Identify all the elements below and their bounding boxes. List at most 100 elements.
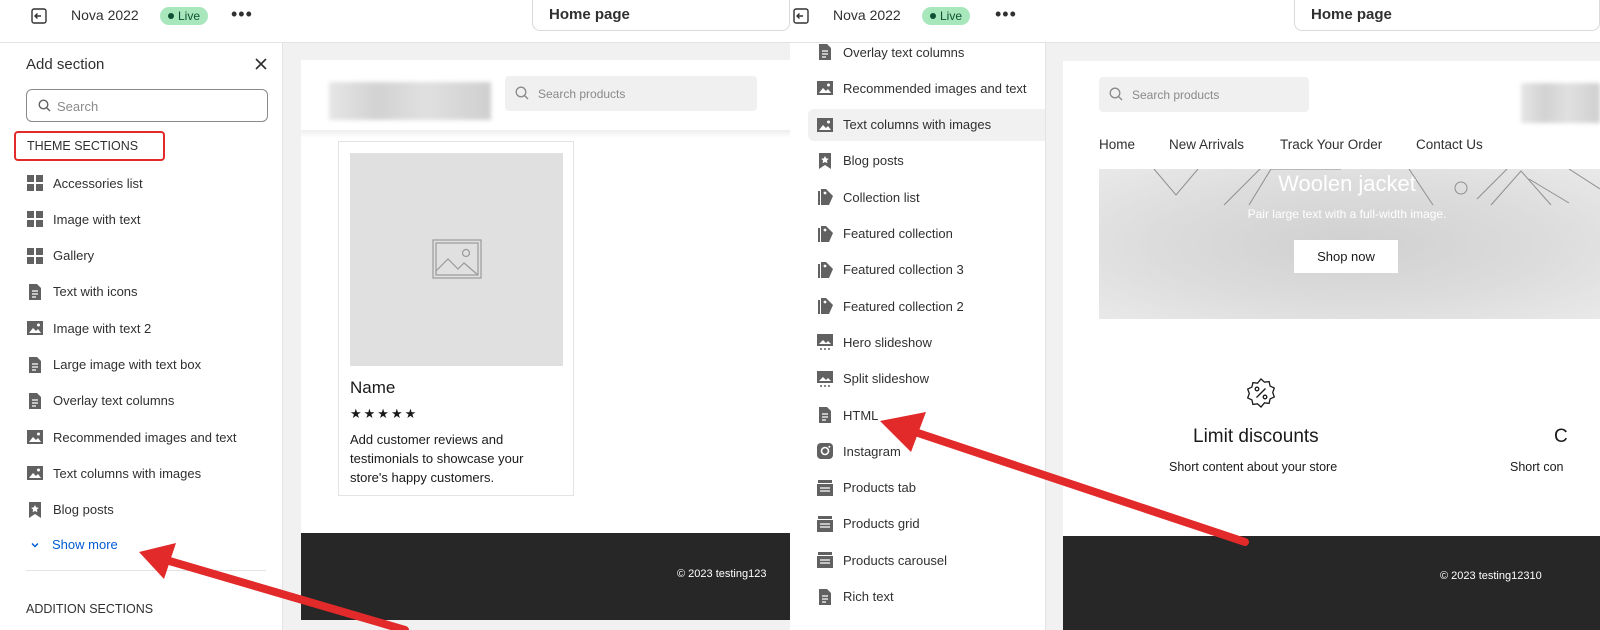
preview-footer: © 2023 testing123 — [301, 533, 790, 620]
section-item-large-image-with-text-box[interactable]: Large image with text box — [26, 353, 201, 377]
theme-sections-label: THEME SECTIONS — [27, 139, 139, 153]
store-logo — [329, 82, 491, 120]
section-item-overlay-text-columns[interactable]: Overlay text columns — [816, 43, 964, 64]
hero-title: Woolen jacket — [1278, 171, 1416, 196]
section-item-image-with-text-2[interactable]: Image with text 2 — [26, 316, 151, 340]
section-item-products-tab[interactable]: Products tab — [816, 476, 916, 500]
product-stack-icon — [816, 551, 834, 569]
slideshow-icon — [816, 333, 834, 351]
testimonial-card[interactable]: Name ★★★★★ Add customer reviews and test… — [338, 141, 574, 496]
store-name: Nova 2022 — [833, 7, 901, 23]
nav-link-contact[interactable]: Contact Us — [1416, 137, 1483, 152]
section-item-html[interactable]: HTML — [816, 403, 878, 427]
addition-sections-header: ADDITION SECTIONS — [26, 602, 154, 616]
feature-title-2: C — [1554, 426, 1568, 447]
hero-subtitle: Pair large text with a full-width image. — [1247, 207, 1447, 221]
discount-badge-icon — [1246, 378, 1276, 408]
section-item-rich-text[interactable]: Rich text — [816, 585, 894, 609]
section-search-input[interactable] — [57, 96, 257, 116]
grid-icon — [26, 174, 44, 192]
page-selector[interactable]: Home page — [1294, 0, 1600, 31]
more-actions-button[interactable]: ••• — [231, 4, 253, 25]
live-status-badge: Live — [160, 7, 209, 25]
search-icon — [515, 86, 529, 100]
section-item-label: Hero slideshow — [843, 334, 932, 350]
section-item-collection-list[interactable]: Collection list — [816, 185, 920, 209]
section-item-label: Overlay text columns — [843, 44, 965, 60]
page-selector-label: Home page — [549, 6, 630, 23]
section-item-text-columns-with-images[interactable]: Text columns with images — [26, 461, 201, 485]
section-item-text-columns-with-images[interactable]: Text columns with images — [808, 108, 1045, 141]
image-icon — [26, 464, 44, 482]
section-item-label: Recommended images and text — [843, 80, 1027, 96]
add-section-title: Add section — [26, 56, 105, 73]
section-item-featured-collection-3[interactable]: Featured collection 3 — [816, 258, 964, 282]
image-placeholder-icon — [432, 239, 482, 279]
footer-copyright: © 2023 testing12310 — [1440, 570, 1542, 582]
preview-search-bar[interactable]: Search products — [1099, 77, 1309, 112]
section-item-image-with-text[interactable]: Image with text — [26, 207, 140, 231]
section-item-label: Accessories list — [53, 175, 143, 191]
section-item-accessories-list[interactable]: Accessories list — [26, 171, 143, 195]
sidebar-divider — [26, 570, 266, 571]
section-item-label: Image with text — [53, 211, 141, 227]
section-item-products-carousel[interactable]: Products carousel — [816, 548, 947, 572]
exit-icon[interactable] — [30, 7, 48, 25]
editor-topbar: Nova 2022 Live ••• Home page — [790, 0, 1600, 43]
slideshow-icon — [816, 370, 834, 388]
section-item-products-grid[interactable]: Products grid — [816, 512, 920, 536]
shop-now-button[interactable]: Shop now — [1294, 240, 1398, 273]
close-icon[interactable] — [253, 56, 269, 72]
star-bookmark-icon — [26, 501, 44, 519]
section-item-recommended-images-and-text[interactable]: Recommended images and text — [816, 76, 1027, 100]
add-section-sidebar: Add section THEME SECTIONS Accessories l… — [0, 43, 283, 630]
section-item-text-with-icons[interactable]: Text with icons — [26, 280, 138, 304]
section-item-blog-posts[interactable]: Blog posts — [26, 498, 114, 522]
search-icon — [1109, 87, 1123, 101]
show-more-label: Show more — [52, 537, 118, 552]
grid-icon — [26, 247, 44, 265]
exit-icon[interactable] — [792, 7, 810, 25]
section-item-label: Featured collection — [843, 226, 953, 241]
nav-link-new-arrivals[interactable]: New Arrivals — [1169, 137, 1244, 152]
document-icon — [26, 283, 44, 301]
theme-sections-header: THEME SECTIONS — [14, 131, 165, 161]
section-item-label: Text columns with images — [843, 117, 992, 133]
section-item-blog-posts[interactable]: Blog posts — [816, 149, 904, 173]
preview-search-bar[interactable]: Search products — [505, 76, 757, 111]
section-item-recommended-images-and-text[interactable]: Recommended images and text — [26, 425, 237, 449]
left-editor-panel: Nova 2022 Live ••• Home page Add section… — [0, 0, 790, 630]
nav-link-track-order[interactable]: Track Your Order — [1280, 137, 1382, 152]
editor-topbar: Nova 2022 Live ••• Home page — [0, 0, 790, 43]
tag-icon — [816, 225, 834, 243]
document-icon — [816, 43, 834, 61]
section-item-hero-slideshow[interactable]: Hero slideshow — [816, 330, 932, 354]
section-item-overlay-text-columns[interactable]: Overlay text columns — [26, 389, 174, 413]
document-icon — [816, 588, 834, 606]
page-selector-label: Home page — [1311, 6, 1392, 23]
image-icon — [816, 116, 834, 134]
header-shadow — [301, 130, 790, 138]
section-item-label: Overlay text columns — [53, 393, 175, 409]
page-selector[interactable]: Home page — [532, 0, 790, 31]
grid-icon — [26, 210, 44, 228]
hero-text-block: Woolen jacket Pair large text with a ful… — [1187, 171, 1507, 221]
footer-copyright: © 2023 testing123 — [677, 568, 767, 580]
document-icon — [816, 406, 834, 424]
section-item-label: Large image with text box — [53, 357, 202, 372]
section-item-featured-collection-2[interactable]: Featured collection 2 — [816, 294, 964, 318]
add-section-sidebar-scrolled: Overlay text columns Recommended images a… — [790, 43, 1046, 630]
section-item-label: Blog posts — [53, 502, 114, 518]
image-icon — [816, 79, 834, 97]
document-icon — [26, 356, 44, 374]
section-item-featured-collection[interactable]: Featured collection — [816, 222, 953, 246]
hero-banner: Woolen jacket Pair large text with a ful… — [1099, 169, 1600, 319]
store-preview: Search products Name ★★★★★ Add customer … — [301, 60, 790, 620]
section-item-split-slideshow[interactable]: Split slideshow — [816, 367, 929, 391]
more-actions-button[interactable]: ••• — [995, 4, 1017, 25]
section-item-instagram[interactable]: Instagram — [816, 439, 901, 463]
section-item-label: Split slideshow — [843, 371, 929, 387]
show-more-button[interactable]: Show more — [30, 537, 118, 552]
section-item-gallery[interactable]: Gallery — [26, 244, 94, 268]
nav-link-home[interactable]: Home — [1099, 137, 1135, 152]
